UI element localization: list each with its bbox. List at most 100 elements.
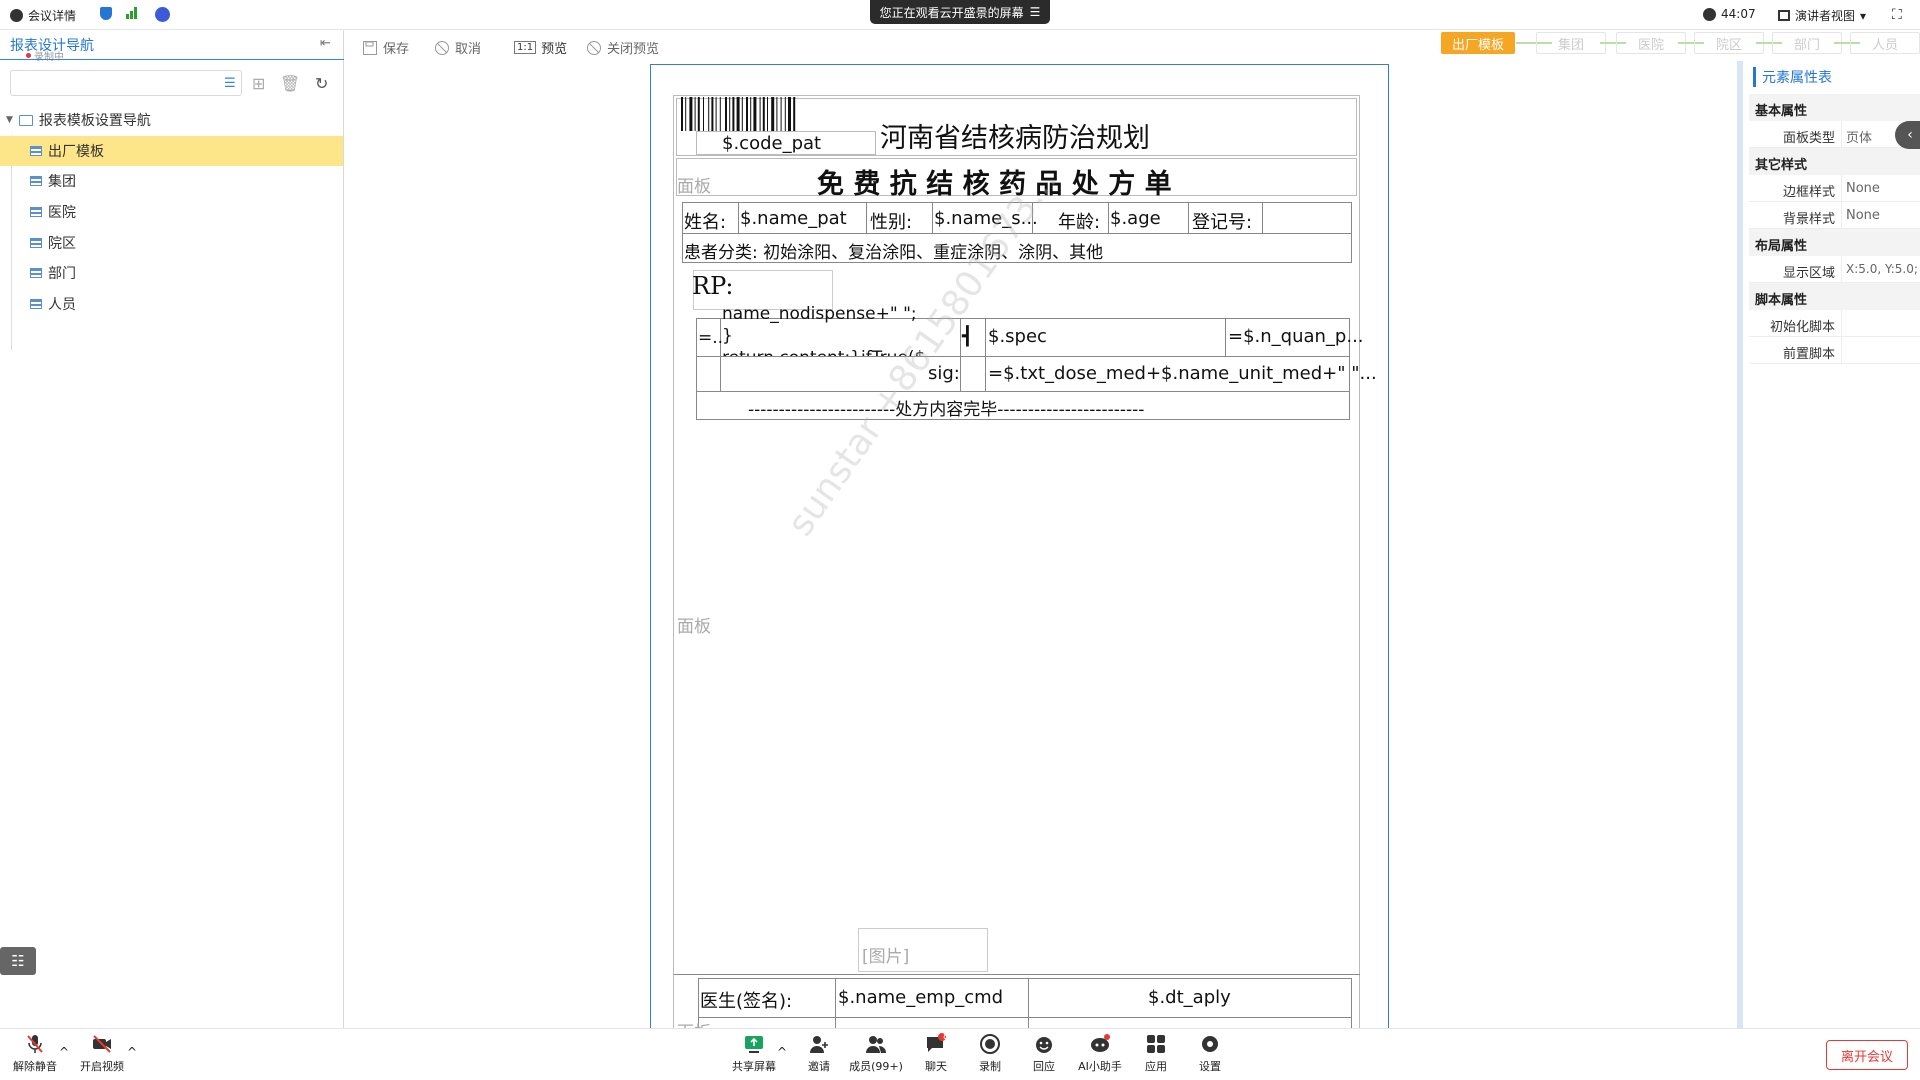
ai-assistant-button[interactable]: AI小助手 [1070,1033,1130,1074]
tree-item-campus[interactable]: 院区 [0,228,343,258]
members-button[interactable]: 成员(99+) [846,1033,906,1074]
expand-panel-button[interactable]: ‹ [1895,121,1920,149]
row-divider [696,356,1350,357]
share-screen-icon [745,1036,763,1053]
close-preview-button[interactable]: 关闭预览 [586,38,659,57]
tree-item-factory-template[interactable]: 出厂模板 [0,136,343,166]
preview-label: 预览 [541,42,568,57]
preview-button[interactable]: 1:1 预览 [514,38,567,57]
ai-assistant-icon[interactable] [155,7,170,22]
record-button[interactable]: 录制 [960,1033,1020,1074]
age-label: 年龄: [1058,212,1101,233]
list-icon: ☷ [11,952,25,970]
ai-assistant-label: AI小助手 [1078,1060,1122,1073]
prop-value[interactable] [1841,337,1920,364]
fullscreen-icon[interactable]: ⛶ [1892,7,1902,23]
step-factory-template[interactable]: 出厂模板 [1441,32,1515,54]
prop-value[interactable]: None [1841,202,1920,229]
tree-item-hospital[interactable]: 医院 [0,197,343,227]
save-button[interactable]: 保存 [362,38,409,57]
bottom-panel-label-clip: 面板 [677,1018,717,1028]
add-folder-icon[interactable]: ⊞ [252,74,265,93]
unmute-label: 解除静音 [13,1060,57,1073]
prop-init-script[interactable]: 初始化脚本 [1749,310,1920,337]
leave-meeting-button[interactable]: 离开会议 [1826,1040,1908,1070]
barcode-bar [741,97,743,131]
col-divider [1225,318,1226,356]
filter-list-icon[interactable]: ☰ [224,76,236,91]
left-navigation-panel: 报表设计导航 录制中 ⇤ ☰ ⊞ 🗑 ↻ ▼ 报表模板设置导航 出厂模板 集团 … [0,30,344,1028]
invite-button[interactable]: 邀请 [789,1033,849,1074]
template-icon [30,146,42,156]
view-mode-dropdown[interactable]: 演讲者视图 ▾ [1778,7,1866,24]
barcode-bar [771,97,775,131]
screen-share-banner[interactable]: 您正在观看云开盛景的屏幕 ☰ [870,0,1050,24]
tree-item-person[interactable]: 人员 [0,289,343,319]
barcode-bar [753,97,757,131]
step-person[interactable]: 人员 [1850,32,1920,54]
signal-icon[interactable] [126,7,137,19]
col-divider [985,318,986,391]
prop-value[interactable]: None [1841,175,1920,202]
barcode-bar [725,97,727,131]
start-video-label: 开启视频 [80,1060,124,1073]
reply-button[interactable]: 回应 [1014,1033,1074,1074]
tree-item-label: 人员 [48,297,76,313]
meeting-details-button[interactable]: 会议详情 [10,7,76,24]
barcode-image[interactable] [681,97,877,132]
invite-icon [810,1036,828,1053]
tree-item-department[interactable]: 部门 [0,258,343,288]
collapse-panel-icon[interactable]: ⇤ [320,36,331,51]
chevron-up-icon[interactable]: ^ [54,1045,74,1059]
registration-label: 登记号: [1192,212,1253,233]
info-icon [10,9,23,22]
prop-value[interactable]: X:5.0, Y:5.0; W [1841,256,1920,283]
section-layout: 布局属性 [1749,229,1920,256]
tree-item-group[interactable]: 集团 [0,166,343,196]
clock-icon [1703,7,1716,21]
tree-root[interactable]: ▼ 报表模板设置导航 [6,110,151,130]
tree-item-label: 集团 [48,174,76,190]
panel-label: 面板 [677,177,711,197]
step-group[interactable]: 集团 [1536,32,1606,54]
chat-button[interactable]: 8 聊天 [906,1032,966,1074]
reaction-icon [1036,1037,1052,1053]
barcode-bar [788,97,791,131]
cancel-button[interactable]: 取消 [434,38,481,57]
menu-icon[interactable]: ☰ [1030,5,1041,19]
cancel-label: 取消 [455,42,482,57]
security-icon[interactable] [100,7,112,20]
prop-value[interactable] [1841,310,1920,337]
list-toggle-button[interactable]: ☷ [0,947,36,975]
save-icon [363,40,377,55]
search-input[interactable] [10,70,242,96]
step-department[interactable]: 部门 [1772,32,1842,54]
step-campus[interactable]: 院区 [1694,32,1764,54]
step-hospital[interactable]: 医院 [1616,32,1686,54]
prop-background-style[interactable]: 背景样式 None [1749,202,1920,229]
apps-button[interactable]: 应用 [1126,1033,1186,1074]
chevron-down-icon: ▼ [6,115,13,125]
prop-display-area[interactable]: 显示区域 X:5.0, Y:5.0; W [1749,256,1920,283]
section-other-style: 其它样式 [1749,148,1920,175]
settings-button[interactable]: 设置 [1180,1033,1240,1074]
script-line: name_nodispense+" "; [722,304,917,324]
barcode-bar [711,97,714,131]
prop-border-style[interactable]: 边框样式 None [1749,175,1920,202]
gear-icon [1202,1036,1218,1052]
properties-title: 元素属性表 [1753,67,1832,87]
chevron-up-icon[interactable]: ^ [122,1045,142,1059]
record-icon [980,1034,1000,1054]
prop-key: 初始化脚本 [1769,320,1835,335]
template-icon [30,268,42,278]
barcode-bar [694,97,696,131]
refresh-icon[interactable]: ↻ [315,74,328,93]
timer-text: 44:07 [1721,7,1756,21]
tree-item-label: 出厂模板 [48,144,104,160]
prop-key: 背景样式 [1782,212,1835,227]
prop-pre-script[interactable]: 前置脚本 [1749,337,1920,364]
barcode-bar [689,97,693,131]
section-basic: 基本属性 [1749,94,1920,121]
prop-key: 面板类型 [1782,131,1835,146]
delete-icon[interactable]: 🗑 [280,74,300,93]
